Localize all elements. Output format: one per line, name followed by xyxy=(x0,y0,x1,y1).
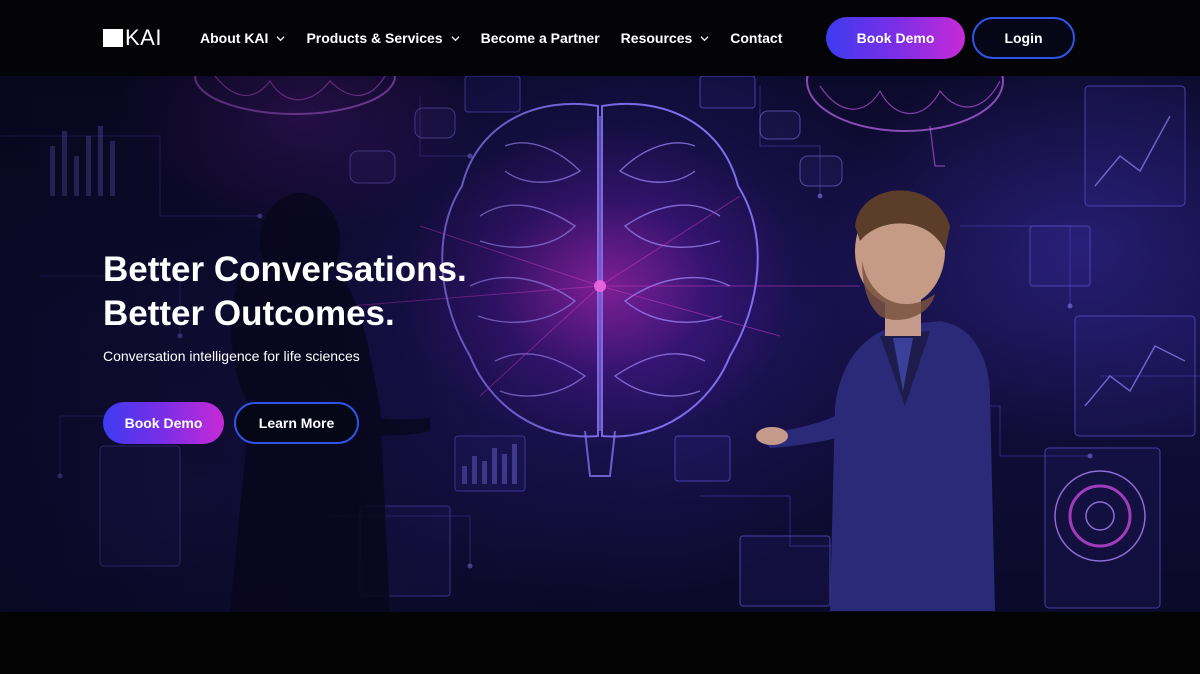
page: KAI About KAI Products & Services Become… xyxy=(0,0,1200,674)
below-hero-band xyxy=(0,612,1200,674)
main-nav: About KAI Products & Services Become a P… xyxy=(200,27,782,49)
hero-headline: Better Conversations. Better Outcomes. xyxy=(103,248,563,336)
site-header: KAI About KAI Products & Services Become… xyxy=(0,0,1200,76)
nav-label: About KAI xyxy=(200,30,269,46)
hero-book-demo-button[interactable]: Book Demo xyxy=(103,402,224,444)
learn-more-button[interactable]: Learn More xyxy=(234,402,359,444)
nav-label: Become a Partner xyxy=(480,30,600,46)
chevron-down-icon xyxy=(451,34,460,43)
headline-line-2: Better Outcomes. xyxy=(103,294,395,333)
kai-logo-mark xyxy=(103,29,123,47)
nav-contact[interactable]: Contact xyxy=(730,30,782,46)
nav-label: Contact xyxy=(730,30,783,46)
login-button[interactable]: Login xyxy=(972,17,1075,59)
chevron-down-icon xyxy=(700,34,709,43)
logo-text: KAI xyxy=(125,25,162,50)
chevron-down-icon xyxy=(276,34,285,43)
hero-overlay xyxy=(0,76,1200,612)
nav-label: Products & Services xyxy=(306,30,443,46)
nav-become-partner[interactable]: Become a Partner xyxy=(481,30,600,46)
kai-logo[interactable]: KAI xyxy=(103,27,162,49)
header-book-demo-button[interactable]: Book Demo xyxy=(826,17,965,59)
nav-products-services[interactable]: Products & Services xyxy=(306,30,460,46)
hero-subtitle: Conversation intelligence for life scien… xyxy=(103,348,360,364)
nav-label: Resources xyxy=(620,30,693,46)
hero-section: Better Conversations. Better Outcomes. C… xyxy=(0,76,1200,612)
headline-line-1: Better Conversations. xyxy=(103,250,467,289)
nav-resources[interactable]: Resources xyxy=(621,30,710,46)
nav-about-kai[interactable]: About KAI xyxy=(200,30,285,46)
